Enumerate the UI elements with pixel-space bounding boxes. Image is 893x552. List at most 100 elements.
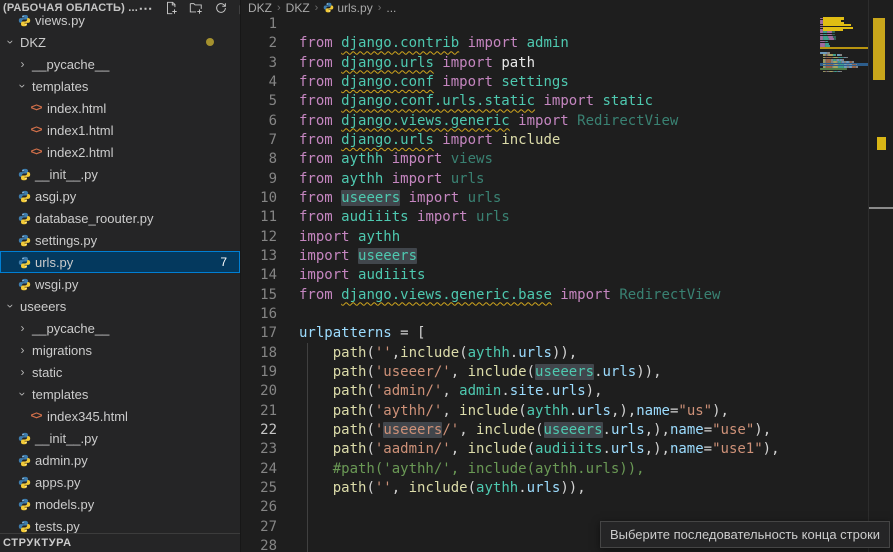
breadcrumb: DKZ›DKZ› urls.py›... bbox=[241, 0, 893, 15]
code-area[interactable]: 12from django.contrib import admin3from … bbox=[241, 15, 841, 552]
line-content: from audiiits import urls bbox=[299, 208, 510, 227]
tree-item--pycache-[interactable]: ›__pycache__ bbox=[0, 53, 240, 75]
line-number: 7 bbox=[241, 131, 277, 150]
python-icon bbox=[18, 168, 31, 181]
python-icon bbox=[18, 212, 31, 225]
overview-ruler[interactable] bbox=[868, 0, 893, 552]
new-file-button[interactable] bbox=[163, 0, 179, 16]
line-content: from django.conf import settings bbox=[299, 73, 569, 92]
code-line-15[interactable]: 15from django.views.generic.base import … bbox=[241, 286, 841, 305]
tree-item--pycache-[interactable]: ›__pycache__ bbox=[0, 317, 240, 339]
outline-section-header[interactable]: СТРУКТУРА bbox=[0, 533, 240, 552]
html-icon: <> bbox=[31, 124, 42, 136]
code-line-10[interactable]: 10from useeers import urls bbox=[241, 189, 841, 208]
python-icon bbox=[323, 2, 334, 13]
code-line-18[interactable]: 18 path('',include(aythh.urls)), bbox=[241, 344, 841, 363]
code-line-12[interactable]: 12import aythh bbox=[241, 228, 841, 247]
code-line-7[interactable]: 7 from django.urls import include bbox=[241, 131, 841, 150]
breadcrumb-item-DKZ[interactable]: DKZ bbox=[286, 1, 310, 15]
tree-item-index1-html[interactable]: <> index1.html bbox=[0, 119, 240, 141]
code-line-24[interactable]: 24 #path('aythh/', include(aythh.urls)), bbox=[241, 460, 841, 479]
line-number: 8 bbox=[241, 150, 277, 169]
tree-item--init-py[interactable]: __init__.py bbox=[0, 163, 240, 185]
tree-item-DKZ[interactable]: ›DKZ bbox=[0, 31, 240, 53]
line-number: 2 bbox=[241, 34, 277, 53]
tree-item-templates[interactable]: ›templates bbox=[0, 75, 240, 97]
tree-item-label: __init__.py bbox=[35, 431, 98, 446]
breadcrumb-item-urls-py[interactable]: urls.py bbox=[323, 1, 372, 15]
tree-item-label: urls.py bbox=[35, 255, 73, 270]
tree-item-wsgi-py[interactable]: wsgi.py bbox=[0, 273, 240, 295]
line-number: 11 bbox=[241, 208, 277, 227]
tree-item-urls-py[interactable]: urls.py 7 bbox=[0, 251, 240, 273]
tree-item-label: index1.html bbox=[47, 123, 113, 138]
html-icon: <> bbox=[31, 146, 42, 158]
tree-item-apps-py[interactable]: apps.py bbox=[0, 471, 240, 493]
code-line-9[interactable]: 9from aythh import urls bbox=[241, 170, 841, 189]
code-line-11[interactable]: 11 from audiiits import urls bbox=[241, 208, 841, 227]
code-line-2[interactable]: 2from django.contrib import admin bbox=[241, 34, 841, 53]
code-line-20[interactable]: 20 path('admin/', admin.site.urls), bbox=[241, 382, 841, 401]
tree-item-tests-py[interactable]: tests.py bbox=[0, 515, 240, 533]
code-line-8[interactable]: 8from aythh import views bbox=[241, 150, 841, 169]
ruler-mark bbox=[869, 207, 893, 209]
new-folder-button[interactable] bbox=[188, 0, 204, 16]
line-number: 21 bbox=[241, 402, 277, 421]
python-icon bbox=[18, 476, 31, 489]
line-content: import useeers bbox=[299, 247, 417, 266]
code-line-6[interactable]: 6from django.views.generic import Redire… bbox=[241, 112, 841, 131]
tree-item-index2-html[interactable]: <> index2.html bbox=[0, 141, 240, 163]
tree-item-index345-html[interactable]: <>index345.html bbox=[0, 405, 240, 427]
code-line-19[interactable]: 19 path('useeer/', include(useeers.urls)… bbox=[241, 363, 841, 382]
code-line-5[interactable]: 5from django.conf.urls.static import sta… bbox=[241, 92, 841, 111]
code-line-25[interactable]: 25 path('', include(aythh.urls)), bbox=[241, 479, 841, 498]
tree-item-label: __pycache__ bbox=[32, 57, 109, 72]
minimap[interactable] bbox=[820, 15, 868, 105]
tree-item-admin-py[interactable]: admin.py bbox=[0, 449, 240, 471]
tree-item-label: database_roouter.py bbox=[35, 211, 154, 226]
code-line-3[interactable]: 3from django.urls import path bbox=[241, 54, 841, 73]
breadcrumb-item-DKZ[interactable]: DKZ bbox=[248, 1, 272, 15]
code-line-23[interactable]: 23 path('aadmin/', include(audiiits.urls… bbox=[241, 440, 841, 459]
tree-item-settings-py[interactable]: settings.py bbox=[0, 229, 240, 251]
new-file-icon bbox=[164, 1, 178, 15]
tree-item-database-roouter-py[interactable]: database_roouter.py bbox=[0, 207, 240, 229]
tree-item-asgi-py[interactable]: asgi.py bbox=[0, 185, 240, 207]
code-line-17[interactable]: 17urlpatterns = [ bbox=[241, 324, 841, 343]
tree-item-templates[interactable]: ›templates bbox=[0, 383, 240, 405]
tree-item-migrations[interactable]: ›migrations bbox=[0, 339, 240, 361]
breadcrumb-separator-icon: › bbox=[315, 2, 319, 14]
line-number: 9 bbox=[241, 170, 277, 189]
chevron-down-icon: › bbox=[18, 80, 28, 93]
breadcrumb-separator-icon: › bbox=[277, 2, 281, 14]
line-content: from django.urls import include bbox=[299, 131, 560, 150]
code-line-1[interactable]: 1 bbox=[241, 15, 841, 34]
tree-item--init-py[interactable]: __init__.py bbox=[0, 427, 240, 449]
code-line-13[interactable]: 13import useeers bbox=[241, 247, 841, 266]
line-content: from useeers import urls bbox=[299, 189, 501, 208]
tree-item-label: index.html bbox=[47, 101, 106, 116]
problems-badge: 7 bbox=[220, 255, 227, 269]
chevron-right-icon: › bbox=[16, 323, 29, 333]
tree-item-label: __pycache__ bbox=[32, 321, 109, 336]
eol-sequence-tooltip: Выберите последовательность конца строки bbox=[600, 521, 890, 548]
tree-item-models-py[interactable]: models.py bbox=[0, 493, 240, 515]
code-line-22[interactable]: 22 path('useeers/', include(useeers.urls… bbox=[241, 421, 841, 440]
code-line-4[interactable]: 4from django.conf import settings bbox=[241, 73, 841, 92]
more-actions-button[interactable]: ⋯ bbox=[138, 0, 154, 16]
line-content: import aythh bbox=[299, 228, 400, 247]
tree-item-index-html[interactable]: <>index.html bbox=[0, 97, 240, 119]
chevron-right-icon: › bbox=[16, 345, 29, 355]
line-number: 14 bbox=[241, 266, 277, 285]
code-line-26[interactable]: 26 bbox=[241, 498, 841, 517]
breadcrumb-item--[interactable]: ... bbox=[386, 1, 396, 15]
refresh-explorer-button[interactable] bbox=[213, 0, 229, 16]
modified-dot-icon bbox=[206, 38, 214, 46]
line-number: 1 bbox=[241, 15, 277, 34]
code-line-21[interactable]: 21 path('aythh/', include(aythh.urls,),n… bbox=[241, 402, 841, 421]
code-line-16[interactable]: 16 bbox=[241, 305, 841, 324]
tree-item-label: index2.html bbox=[47, 145, 113, 160]
code-line-14[interactable]: 14import audiiits bbox=[241, 266, 841, 285]
tree-item-useeers[interactable]: ›useeers bbox=[0, 295, 240, 317]
tree-item-static[interactable]: ›static bbox=[0, 361, 240, 383]
